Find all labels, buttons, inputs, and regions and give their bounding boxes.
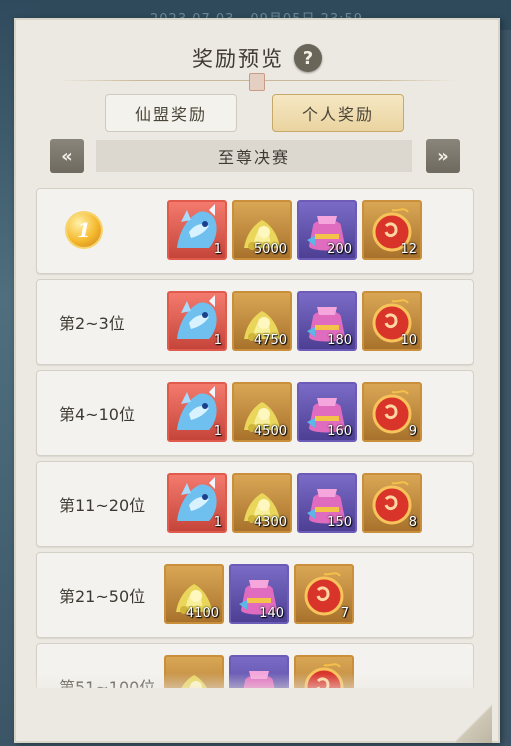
reward-items: 4100 140 7 (164, 564, 354, 624)
item-quantity: 150 (327, 515, 352, 530)
fire-orb-icon[interactable]: 9 (362, 382, 422, 442)
reward-list[interactable]: 1 1 5000 200 12 第2~3位 1 4750 180 10 第4~10位 1 4500 160… (32, 182, 474, 688)
pouch-icon[interactable]: 150 (297, 473, 357, 533)
title-row: 奖励预览 ? (14, 40, 500, 76)
reward-row: 第2~3位 1 4750 180 10 (36, 279, 474, 365)
reward-row: 第4~10位 1 4500 160 9 (36, 370, 474, 456)
item-quantity: 140 (259, 606, 284, 621)
spirit-stone-pile-icon[interactable]: 4300 (232, 473, 292, 533)
blue-beast-icon[interactable]: 1 (167, 200, 227, 260)
spirit-stone-pile-icon[interactable]: 5000 (232, 200, 292, 260)
reward-items: 1 4750 180 10 (167, 291, 422, 351)
tab-personal-rewards[interactable]: 个人奖励 (272, 94, 404, 132)
fire-orb-icon[interactable]: 7 (294, 564, 354, 624)
spirit-stone-pile-icon[interactable]: 4100 (164, 564, 224, 624)
reward-items: 1 5000 200 12 (167, 200, 422, 260)
rank-label: 第11~20位 (59, 496, 146, 515)
item-quantity: 1 (213, 424, 222, 439)
reward-items: 1 4300 150 8 (167, 473, 422, 533)
reward-row: 第21~50位 4100 140 7 (36, 552, 474, 638)
blue-beast-icon[interactable]: 1 (167, 473, 227, 533)
page-title: 奖励预览 (192, 47, 284, 71)
item-quantity: 4300 (253, 515, 287, 530)
fire-orb-icon[interactable]: 10 (362, 291, 422, 351)
item-quantity: 4100 (185, 606, 219, 621)
item-quantity: 160 (327, 424, 352, 439)
spirit-stone-pile-icon[interactable]: 4750 (232, 291, 292, 351)
rank-label: 第21~50位 (59, 587, 146, 606)
item-quantity: 12 (400, 242, 417, 257)
reward-items: 1 4500 160 9 (167, 382, 422, 442)
fire-orb-icon[interactable]: 12 (362, 200, 422, 260)
reward-row: 第11~20位 1 4300 150 8 (36, 461, 474, 547)
next-stage-button[interactable]: » (426, 139, 460, 173)
item-quantity: 1 (213, 333, 222, 348)
reward-row: 1 1 5000 200 12 (36, 188, 474, 274)
blue-beast-icon[interactable]: 1 (167, 382, 227, 442)
fire-orb-icon[interactable]: 8 (362, 473, 422, 533)
stage-name: 至尊决赛 (96, 140, 412, 172)
item-quantity: 10 (400, 333, 417, 348)
spirit-stone-pile-icon[interactable]: 4500 (232, 382, 292, 442)
seal-icon (249, 73, 265, 91)
rank-label: 第4~10位 (59, 405, 135, 424)
pouch-icon[interactable]: 160 (297, 382, 357, 442)
paper-curl (456, 703, 492, 743)
item-quantity: 8 (408, 515, 417, 530)
pouch-icon[interactable]: 200 (297, 200, 357, 260)
item-quantity: 9 (408, 424, 417, 439)
tab-guild-rewards[interactable]: 仙盟奖励 (105, 94, 237, 132)
item-quantity: 200 (327, 242, 352, 257)
item-quantity: 7 (340, 606, 349, 621)
item-quantity: 1 (213, 515, 222, 530)
pouch-icon[interactable]: 180 (297, 291, 357, 351)
list-fade (32, 673, 474, 703)
item-quantity: 5000 (253, 242, 287, 257)
reward-preview-panel: 奖励预览 ? 仙盟奖励 个人奖励 « 至尊决赛 » 1 1 5000 200 12 第2~… (14, 18, 500, 743)
rank-label: 第2~3位 (59, 314, 125, 333)
item-quantity: 4750 (253, 333, 287, 348)
rank-medal-icon: 1 (67, 213, 101, 247)
item-quantity: 180 (327, 333, 352, 348)
pouch-icon[interactable]: 140 (229, 564, 289, 624)
help-icon[interactable]: ? (294, 44, 322, 72)
blue-beast-icon[interactable]: 1 (167, 291, 227, 351)
item-quantity: 4500 (253, 424, 287, 439)
prev-stage-button[interactable]: « (50, 139, 84, 173)
item-quantity: 1 (213, 242, 222, 257)
